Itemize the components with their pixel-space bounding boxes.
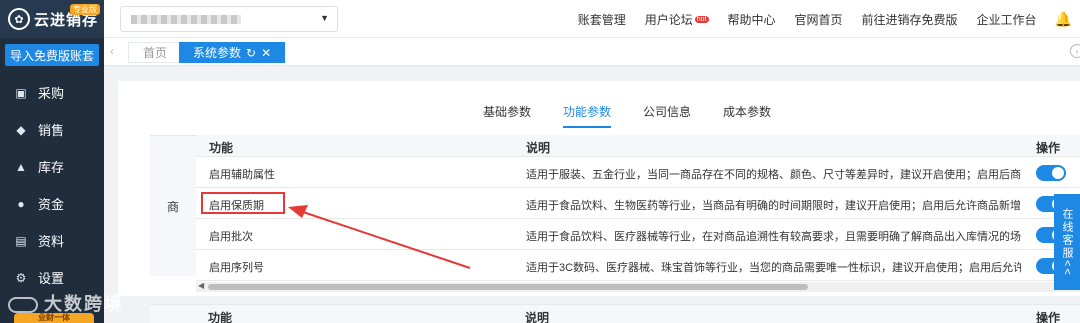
watermark-text: 大数跨境 xyxy=(44,294,124,314)
promo-badge[interactable]: 业财一体 xyxy=(14,313,94,323)
annotation-arrow xyxy=(288,205,471,269)
arrow-head xyxy=(288,205,308,218)
arrow-shaft xyxy=(299,210,471,269)
watermark-logo-icon xyxy=(8,297,38,314)
online-service-button[interactable]: 在线客服<< xyxy=(1054,194,1080,290)
